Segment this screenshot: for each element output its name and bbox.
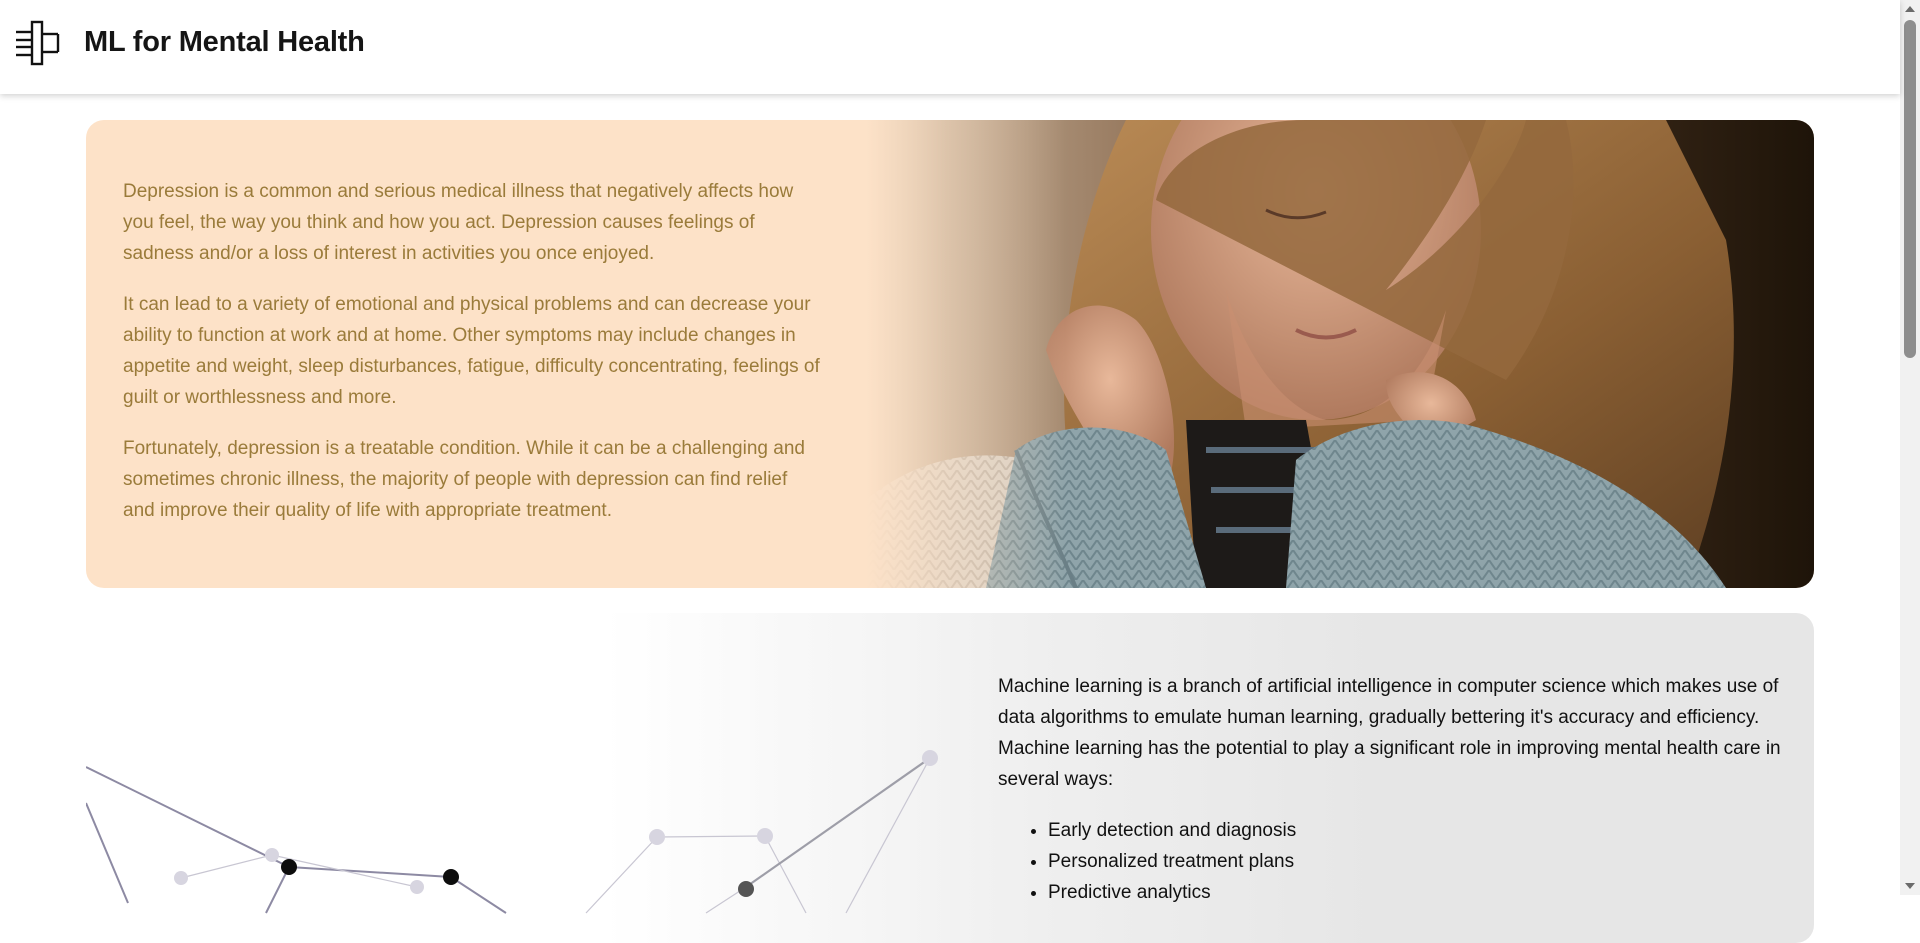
- top-navbar: ML for Mental Health: [0, 0, 1900, 94]
- depression-info-card: Depression is a common and serious medic…: [86, 120, 1814, 588]
- depression-paragraph-3: Fortunately, depression is a treatable c…: [123, 438, 805, 521]
- depression-paragraph-1: Depression is a common and serious medic…: [123, 181, 794, 264]
- scroll-up-arrow-icon[interactable]: [1905, 6, 1915, 12]
- network-graph-illustration: [86, 750, 938, 914]
- vertical-scrollbar[interactable]: [1900, 0, 1920, 895]
- site-title[interactable]: ML for Mental Health: [84, 26, 365, 59]
- ml-benefits-list: Early detection and diagnosis Personaliz…: [998, 815, 1788, 908]
- scroll-down-arrow-icon[interactable]: [1905, 883, 1915, 889]
- circuit-logo-icon[interactable]: [14, 20, 60, 66]
- depression-paragraph-2: It can lead to a variety of emotional an…: [123, 294, 820, 408]
- machine-learning-description: Machine learning is a branch of artifici…: [998, 671, 1788, 908]
- scrollbar-thumb[interactable]: [1904, 20, 1916, 358]
- list-item: Predictive analytics: [1048, 877, 1788, 908]
- list-item: Personalized treatment plans: [1048, 846, 1788, 877]
- machine-learning-card: Machine learning is a branch of artifici…: [86, 613, 1814, 943]
- hero-image-fade: [866, 120, 1066, 588]
- ml-intro-paragraph: Machine learning is a branch of artifici…: [998, 676, 1781, 790]
- depression-description: Depression is a common and serious medic…: [123, 176, 823, 546]
- list-item: Early detection and diagnosis: [1048, 815, 1788, 846]
